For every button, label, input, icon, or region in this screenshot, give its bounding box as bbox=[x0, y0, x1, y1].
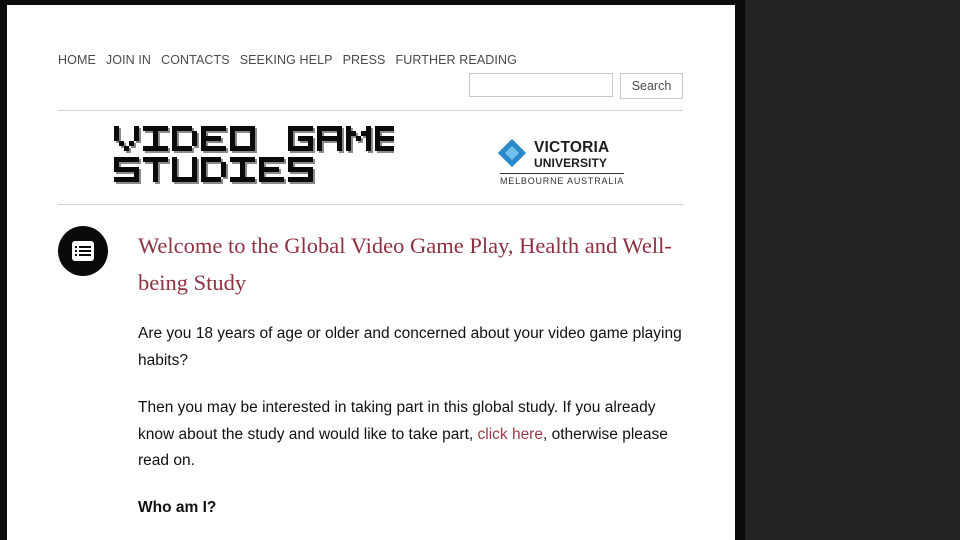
study-paragraph: Then you may be interested in taking par… bbox=[138, 395, 683, 475]
vu-name-line1: VICTORIA bbox=[534, 139, 610, 156]
nav-press[interactable]: PRESS bbox=[343, 53, 386, 67]
window-frame-left bbox=[0, 0, 7, 540]
post-title: Welcome to the Global Video Game Play, H… bbox=[138, 233, 672, 295]
search-input[interactable] bbox=[469, 73, 613, 97]
header-divider-top bbox=[58, 110, 683, 111]
nav-contacts[interactable]: CONTACTS bbox=[161, 53, 230, 67]
nav-home[interactable]: HOME bbox=[58, 53, 96, 67]
nav-seeking-help[interactable]: SEEKING HELP bbox=[240, 53, 333, 67]
document-list-icon bbox=[58, 226, 108, 276]
main-nav: HOME JOIN IN CONTACTS SEEKING HELP PRESS FURT… bbox=[58, 53, 527, 67]
victoria-university-logo[interactable]: VICTORIA UNIVERSITY MELBOURNE AUSTRALIA bbox=[497, 137, 630, 189]
intro-paragraph: Are you 18 years of age or older and con… bbox=[138, 325, 682, 369]
page-content: HOME JOIN IN CONTACTS SEEKING HELP PRESS FURT… bbox=[7, 5, 735, 540]
who-am-i-heading: Who am I? bbox=[138, 499, 217, 516]
search-button[interactable]: Search bbox=[620, 73, 683, 99]
site-logo[interactable] bbox=[112, 123, 394, 187]
header-divider-bottom bbox=[58, 204, 683, 205]
click-here-link[interactable]: click here bbox=[478, 426, 543, 443]
vu-subtitle: MELBOURNE AUSTRALIA bbox=[500, 176, 625, 186]
nav-further-reading[interactable]: FURTHER READING bbox=[395, 53, 516, 67]
nav-join-in[interactable]: JOIN IN bbox=[106, 53, 151, 67]
vu-logo-rule bbox=[500, 173, 624, 174]
vu-name-line2: UNIVERSITY bbox=[534, 156, 608, 170]
window-frame-right bbox=[735, 0, 745, 540]
